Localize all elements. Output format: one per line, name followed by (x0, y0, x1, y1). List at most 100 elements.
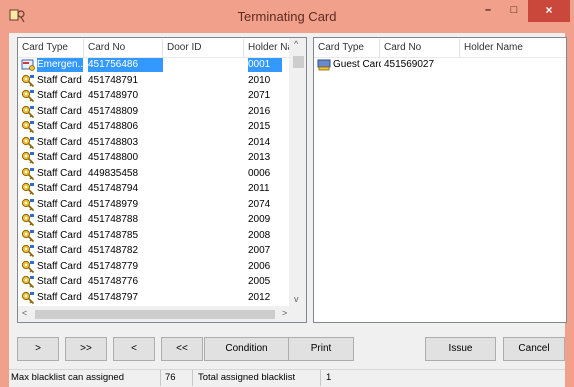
cell-card-no: 451748970 (88, 90, 139, 101)
cell-card-no: 451756486 (88, 58, 163, 72)
cell-card-type: Staff Card (37, 214, 82, 225)
staff-key-icon (21, 74, 35, 87)
minimize-button[interactable]: – (476, 0, 500, 22)
condition-button[interactable]: Condition (204, 337, 289, 361)
table-row[interactable]: Staff Card 451748800 2013 (18, 151, 306, 165)
cell-holder-name: 2006 (248, 260, 271, 272)
cell-holder-name: 2015 (248, 121, 271, 132)
staff-key-icon (21, 182, 35, 196)
table-row[interactable]: Staff Card 451748809 2016 (18, 105, 306, 119)
staff-key-icon (21, 105, 35, 118)
cell-holder-name: 2005 (248, 276, 271, 287)
staff-key-icon (21, 213, 35, 227)
scrollbar-corner (289, 306, 306, 322)
column-header-card-no[interactable]: Card No (380, 39, 460, 57)
table-row[interactable]: Staff Card 451748782 2007 (18, 244, 306, 258)
table-row[interactable]: Staff Card 449835458 0006 (18, 167, 306, 181)
cell-holder-name: 2009 (248, 214, 271, 225)
column-header-card-type[interactable]: Card Type (314, 39, 380, 57)
staff-key-icon (21, 89, 35, 103)
cell-card-no: 451748782 (88, 245, 139, 256)
print-button[interactable]: Print (288, 337, 354, 361)
cell-card-type: Staff Card (37, 245, 82, 256)
table-row[interactable]: Staff Card 451748970 2071 (18, 89, 306, 103)
status-divider (192, 370, 193, 386)
list-header: Card Type Card No Holder Name (314, 38, 566, 58)
cell-holder-name: 2007 (248, 245, 271, 256)
max-blacklist-label: Max blacklist can assigned (11, 372, 124, 383)
staff-key-icon (21, 275, 35, 289)
table-row[interactable]: Staff Card 451748797 2012 (18, 291, 306, 305)
issue-button[interactable]: Issue (425, 337, 496, 361)
staff-key-icon (21, 151, 35, 165)
cell-card-no: 451569027 (384, 59, 435, 70)
total-blacklist-value: 1 (326, 372, 332, 383)
table-row[interactable]: Staff Card 451748794 2011 (18, 182, 306, 196)
scroll-down-arrow-icon[interactable]: v (294, 294, 299, 304)
cell-holder-name (464, 58, 564, 72)
cell-card-no: 451748803 (88, 136, 139, 148)
cell-card-type: Staff Card (37, 276, 82, 287)
move-all-left-button[interactable]: << (161, 337, 203, 361)
staff-key-icon (21, 229, 35, 242)
scroll-left-arrow-icon[interactable]: < (22, 308, 27, 318)
horizontal-scroll-thumb[interactable] (35, 310, 275, 319)
cell-holder-name: 0001 (248, 58, 282, 72)
cell-holder-name: 2016 (248, 105, 271, 117)
close-button[interactable]: × (528, 0, 570, 22)
cell-holder-name: 2011 (248, 183, 270, 194)
staff-key-icon (21, 198, 35, 211)
column-header-holder-name[interactable]: Holder Name (460, 39, 566, 57)
table-row[interactable]: Staff Card 451748788 2009 (18, 213, 306, 227)
emergency-card-icon (21, 59, 35, 71)
staff-key-icon (21, 136, 35, 149)
cell-card-type: Staff Card (37, 167, 82, 179)
cell-holder-name: 2013 (248, 152, 271, 163)
column-header-holder-name[interactable]: Holder Nam (244, 39, 294, 57)
staff-key-icon (21, 260, 35, 273)
vertical-scrollbar[interactable] (289, 38, 306, 309)
table-row[interactable]: Staff Card 451748806 2015 (18, 120, 306, 134)
cell-card-no: 451748797 (88, 291, 139, 303)
terminating-cards-list[interactable]: Card Type Card No Holder Name Guest Card… (313, 37, 567, 323)
cell-card-type: Staff Card (37, 260, 82, 272)
status-divider (160, 370, 161, 386)
status-divider (320, 370, 321, 386)
cell-card-type: Staff Card (37, 105, 82, 117)
staff-key-icon (21, 120, 35, 134)
cell-holder-name: 2012 (248, 291, 271, 303)
table-row[interactable]: Staff Card 451748785 2008 (18, 229, 306, 243)
scroll-up-arrow-icon[interactable]: ^ (294, 39, 298, 49)
table-row[interactable]: Staff Card 451748979 2074 (18, 198, 306, 212)
vertical-scroll-thumb[interactable] (293, 56, 304, 68)
move-left-button[interactable]: < (113, 337, 155, 361)
cell-card-type: Staff Card (37, 291, 82, 303)
cell-card-no: 451748794 (88, 183, 139, 194)
scroll-right-arrow-icon[interactable]: > (282, 308, 287, 318)
table-row[interactable]: Staff Card 451748776 2005 (18, 275, 306, 289)
table-row[interactable]: Staff Card 451748779 2006 (18, 260, 306, 274)
cell-card-type: Staff Card (37, 198, 82, 210)
cell-holder-name: 2071 (248, 90, 271, 101)
cancel-button[interactable]: Cancel (503, 337, 565, 361)
max-blacklist-value: 76 (165, 372, 176, 383)
cell-holder-name: 2010 (248, 74, 271, 86)
available-cards-list[interactable]: Card Type Card No Door ID Holder Nam Eme… (17, 37, 307, 323)
table-row[interactable]: Staff Card 451748803 2014 (18, 136, 306, 150)
table-row[interactable]: Guest Card 451569027 (314, 58, 566, 72)
cell-holder-name: 2008 (248, 229, 271, 241)
table-row[interactable]: Staff Card 451748791 2010 (18, 74, 306, 88)
move-right-button[interactable]: > (17, 337, 59, 361)
guest-card-icon (317, 59, 331, 71)
cell-card-no: 451748776 (88, 276, 139, 287)
total-blacklist-label: Total assigned blacklist (198, 372, 296, 383)
maximize-button[interactable]: □ (501, 0, 527, 22)
table-row[interactable]: Emergen... 451756486 0001 (18, 58, 306, 72)
cell-card-no: 451748800 (88, 152, 139, 163)
cell-card-type: Emergen... (37, 58, 83, 72)
column-header-card-no[interactable]: Card No (84, 39, 163, 57)
column-header-card-type[interactable]: Card Type (18, 39, 84, 57)
move-all-right-button[interactable]: >> (65, 337, 107, 361)
cell-card-type: Staff Card (37, 183, 82, 194)
column-header-door-id[interactable]: Door ID (163, 39, 244, 57)
